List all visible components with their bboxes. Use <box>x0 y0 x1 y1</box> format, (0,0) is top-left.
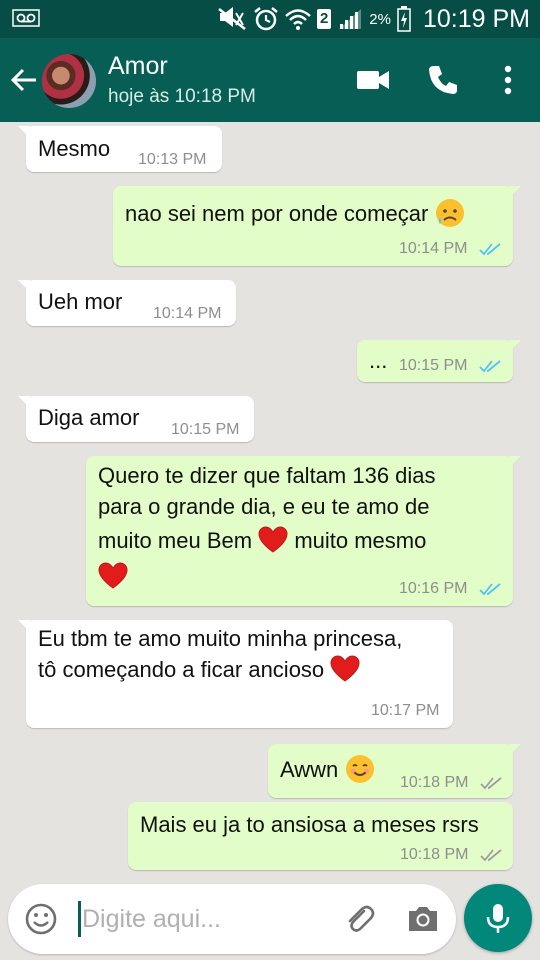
message-time: 10:16 PM <box>399 580 468 597</box>
message-incoming[interactable]: Mesmo 10:13 PM <box>18 126 222 172</box>
message-time: 10:14 PM <box>399 240 468 257</box>
message-text: Diga amor <box>38 405 140 430</box>
message-text-body: Awwn <box>280 757 339 782</box>
more-vert-icon[interactable] <box>490 62 526 98</box>
status-time: 10:19 PM <box>422 4 530 33</box>
message-outgoing[interactable]: Mais eu ja to ansiosa a meses rsrs 10:18… <box>128 802 513 870</box>
sim-indicator: 2 <box>316 9 332 29</box>
message-line: para o grande dia, e eu te amo de <box>98 494 430 519</box>
mute-icon <box>218 7 246 30</box>
message-time: 10:17 PM <box>371 702 440 719</box>
message-text: Mesmo <box>38 136 111 161</box>
message-time: 10:13 PM <box>138 151 207 168</box>
mic-button[interactable] <box>464 884 532 952</box>
message-line: Eu tbm te amo muito minha princesa, <box>38 626 403 651</box>
emoji-icon[interactable] <box>24 902 58 936</box>
message-list[interactable]: Mesmo 10:13 PM nao sei nem por onde come… <box>0 122 540 874</box>
message-text: ... <box>369 348 388 373</box>
message-text: Ueh mor <box>38 289 123 314</box>
message-outgoing[interactable]: nao sei nem por onde começar 10:14 PM <box>113 186 521 266</box>
message-incoming[interactable]: Eu tbm te amo muito minha princesa, tô c… <box>18 620 453 728</box>
message-text: Mais eu ja to ansiosa a meses rsrs <box>140 812 479 837</box>
battery-percent: 2% <box>369 10 391 28</box>
phone-icon[interactable] <box>425 62 461 98</box>
message-line: muito mesmo <box>294 528 427 553</box>
message-input[interactable] <box>82 900 322 938</box>
attach-icon[interactable] <box>342 902 376 936</box>
delivered-ticks-icon <box>480 849 502 862</box>
message-text: nao sei nem por onde começar <box>125 197 466 229</box>
camera-icon[interactable] <box>406 902 440 936</box>
message-time: 10:15 PM <box>399 357 468 374</box>
message-line: muito meu Bem <box>98 528 253 553</box>
message-text-body: nao sei nem por onde começar <box>125 201 429 226</box>
back-arrow-icon[interactable] <box>8 64 40 96</box>
red-heart-emoji-icon <box>330 655 360 682</box>
message-text: Awwn <box>280 753 376 785</box>
chat-header: Amor hoje às 10:18 PM <box>0 38 540 122</box>
message-incoming[interactable]: Diga amor 10:15 PM <box>18 396 254 442</box>
signal-icon <box>339 9 362 29</box>
status-bar: 2 2% 10:19 PM <box>0 0 540 38</box>
mic-icon <box>486 904 510 933</box>
message-outgoing[interactable]: ... 10:15 PM <box>357 340 521 382</box>
message-time: 10:15 PM <box>171 421 240 438</box>
delivered-ticks-icon <box>480 777 502 790</box>
message-time: 10:18 PM <box>400 774 469 791</box>
sad-face-emoji-icon <box>436 199 465 227</box>
alarm-icon <box>254 7 278 31</box>
message-line: tô começando a ficar ancioso <box>38 657 325 682</box>
read-ticks-icon <box>479 243 501 256</box>
video-call-icon[interactable] <box>355 62 391 98</box>
contact-name[interactable]: Amor <box>108 52 168 81</box>
compose-bar <box>8 884 456 954</box>
message-outgoing[interactable]: Quero te dizer que faltam 136 dias para … <box>86 456 521 606</box>
smiling-face-emoji-icon <box>346 755 375 783</box>
message-text: Quero te dizer que faltam 136 dias para … <box>98 460 436 592</box>
message-line: Quero te dizer que faltam 136 dias <box>98 463 436 488</box>
last-seen-status: hoje às 10:18 PM <box>108 86 256 107</box>
text-cursor <box>78 901 81 937</box>
wifi-icon <box>285 9 311 30</box>
message-time: 10:14 PM <box>153 305 222 322</box>
message-outgoing[interactable]: Awwn 10:18 PM <box>268 744 521 798</box>
voicemail-icon <box>12 9 40 27</box>
red-heart-emoji-icon <box>258 526 288 553</box>
read-ticks-icon <box>479 583 501 596</box>
message-time: 10:18 PM <box>400 846 469 863</box>
message-text: Eu tbm te amo muito minha princesa, tô c… <box>38 623 402 685</box>
message-incoming[interactable]: Ueh mor 10:14 PM <box>18 280 236 326</box>
battery-icon <box>397 6 411 32</box>
read-ticks-icon <box>479 360 501 373</box>
red-heart-emoji-icon <box>98 562 128 589</box>
avatar[interactable] <box>42 54 96 108</box>
